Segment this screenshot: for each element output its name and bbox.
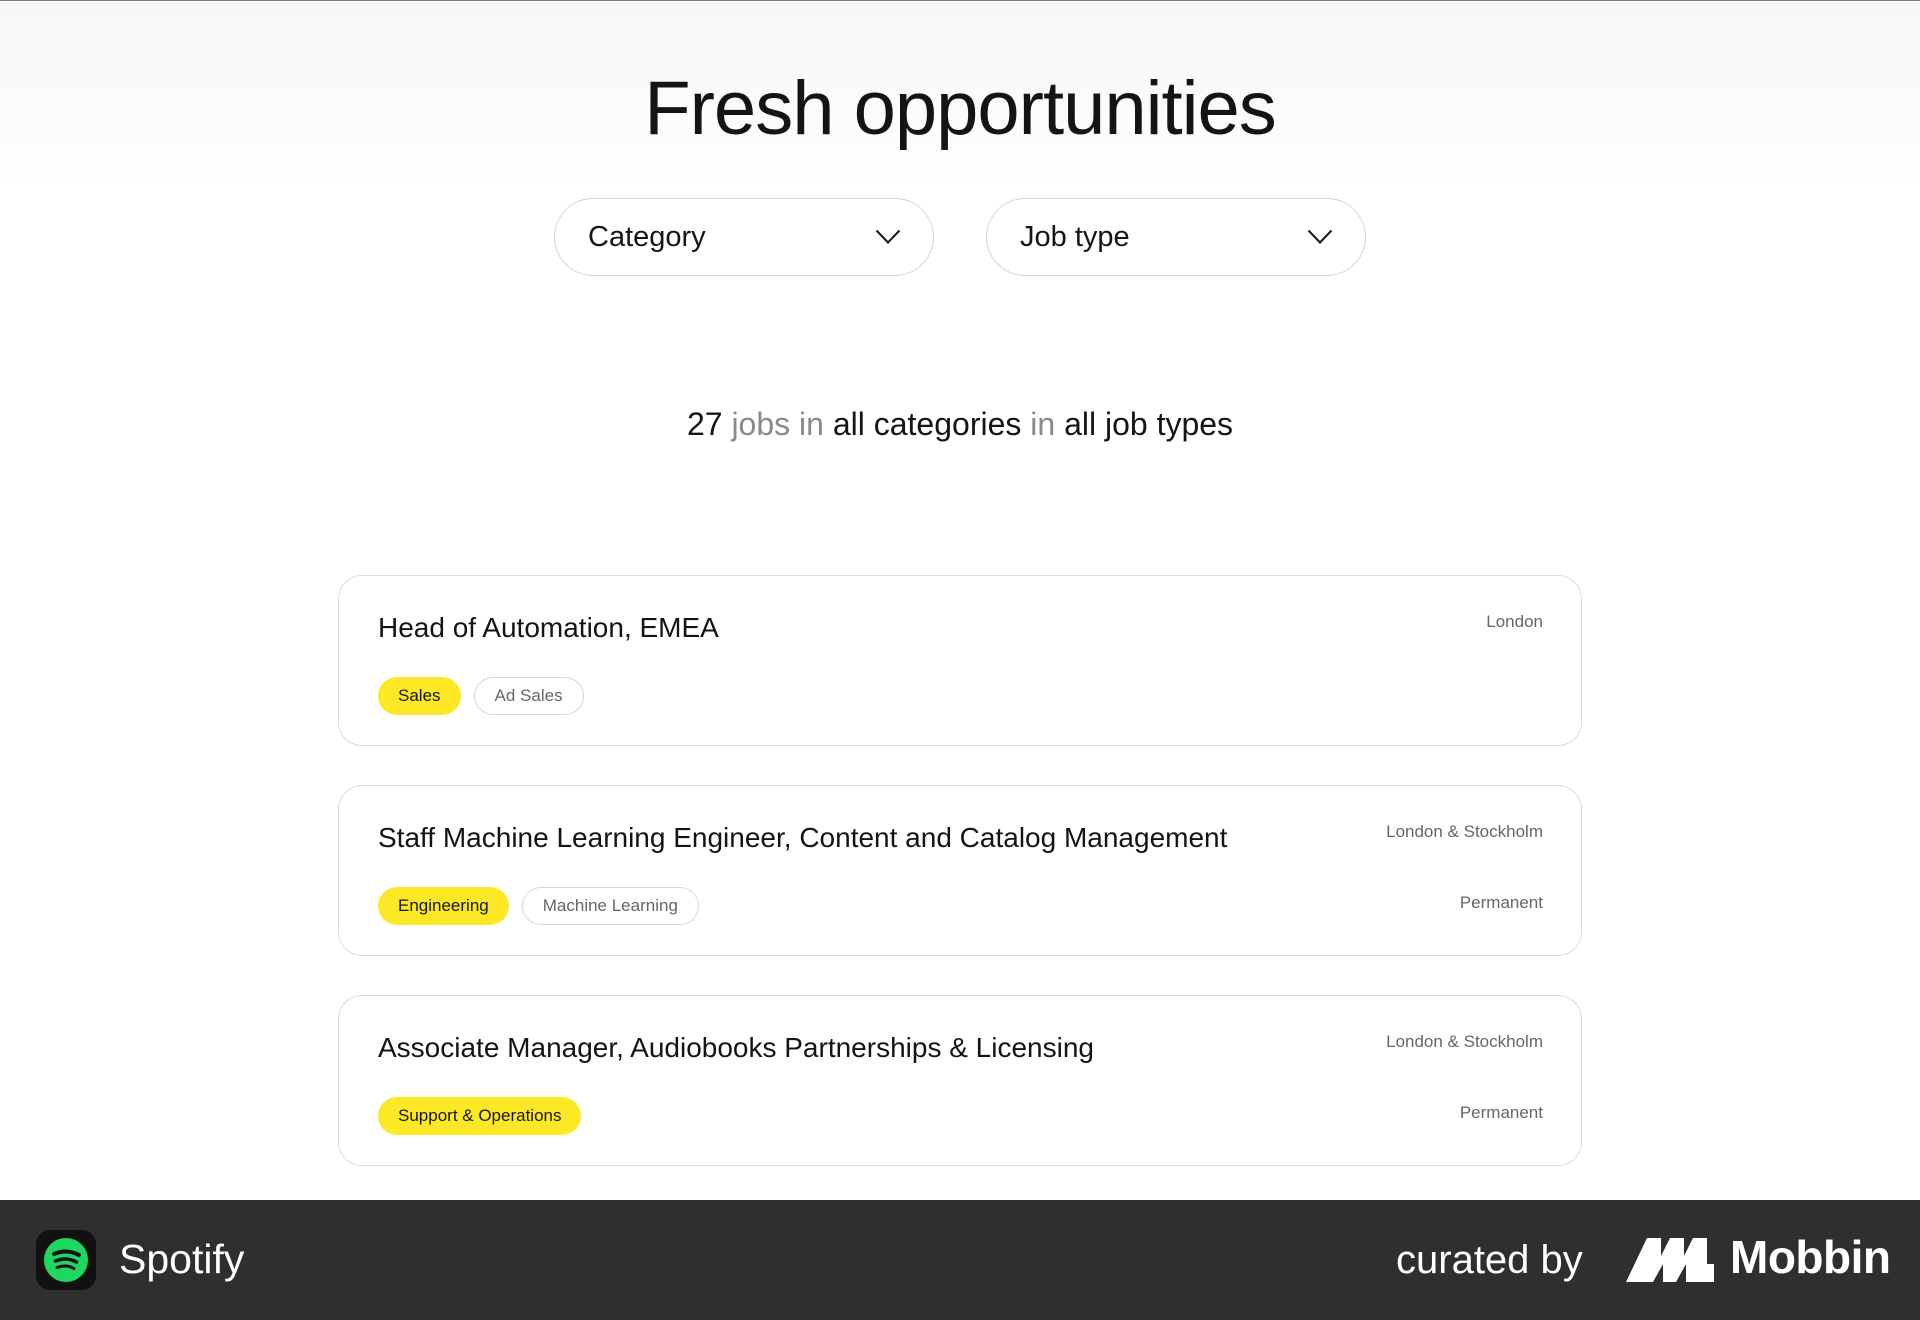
filter-bar: Category Job type xyxy=(554,198,1366,276)
category-tag[interactable]: Sales xyxy=(378,677,461,715)
category-tag[interactable]: Engineering xyxy=(378,887,509,925)
results-jobs-word: jobs xyxy=(731,406,791,442)
job-title: Staff Machine Learning Engineer, Content… xyxy=(378,822,1228,853)
category-tag[interactable]: Support & Operations xyxy=(378,1097,582,1135)
job-location: London xyxy=(1486,612,1543,631)
results-count: 27 xyxy=(686,406,723,442)
job-title: Head of Automation, EMEA xyxy=(378,612,719,643)
job-type: Permanent xyxy=(1459,893,1543,912)
job-type: Permanent xyxy=(1459,1103,1543,1122)
job-tags: Sales Ad Sales xyxy=(378,677,584,715)
page: Fresh opportunities Category Job type 27… xyxy=(0,0,1920,1200)
results-in-word: in xyxy=(799,406,824,442)
job-tags: Engineering Machine Learning xyxy=(378,887,699,925)
subcategory-tag[interactable]: Machine Learning xyxy=(521,887,699,925)
chevron-down-icon xyxy=(1307,229,1333,244)
app-name: Spotify xyxy=(119,1236,245,1282)
job-type-dropdown-label: Job type xyxy=(1020,220,1130,253)
results-summary: 27 jobs in all categories in all job typ… xyxy=(0,406,1920,443)
brand-name: Mobbin xyxy=(1730,1231,1891,1283)
job-location: London & Stockholm xyxy=(1386,822,1543,841)
results-job-type-filter: all job types xyxy=(1064,406,1234,442)
job-card[interactable]: Associate Manager, Audiobooks Partnershi… xyxy=(338,995,1582,1166)
subcategory-tag[interactable]: Ad Sales xyxy=(473,677,584,715)
category-dropdown[interactable]: Category xyxy=(554,198,934,276)
job-location: London & Stockholm xyxy=(1386,1032,1543,1051)
job-card[interactable]: Head of Automation, EMEA London Sales Ad… xyxy=(338,575,1582,746)
page-title: Fresh opportunities xyxy=(644,66,1277,151)
job-card[interactable]: Staff Machine Learning Engineer, Content… xyxy=(338,785,1582,956)
mobbin-logo-icon xyxy=(1626,1238,1714,1282)
job-tags: Support & Operations xyxy=(378,1097,582,1135)
results-category-filter: all categories xyxy=(832,406,1022,442)
spotify-logo-icon xyxy=(36,1230,96,1290)
job-type-dropdown[interactable]: Job type xyxy=(986,198,1366,276)
job-list: Head of Automation, EMEA London Sales Ad… xyxy=(338,575,1582,1205)
attribution-footer: Spotify curated by Mobbin xyxy=(0,1200,1920,1320)
curated-by-label: curated by xyxy=(1396,1238,1583,1282)
results-in-word: in xyxy=(1030,406,1056,442)
chevron-down-icon xyxy=(875,229,901,244)
job-title: Associate Manager, Audiobooks Partnershi… xyxy=(378,1032,1094,1063)
category-dropdown-label: Category xyxy=(588,220,706,253)
